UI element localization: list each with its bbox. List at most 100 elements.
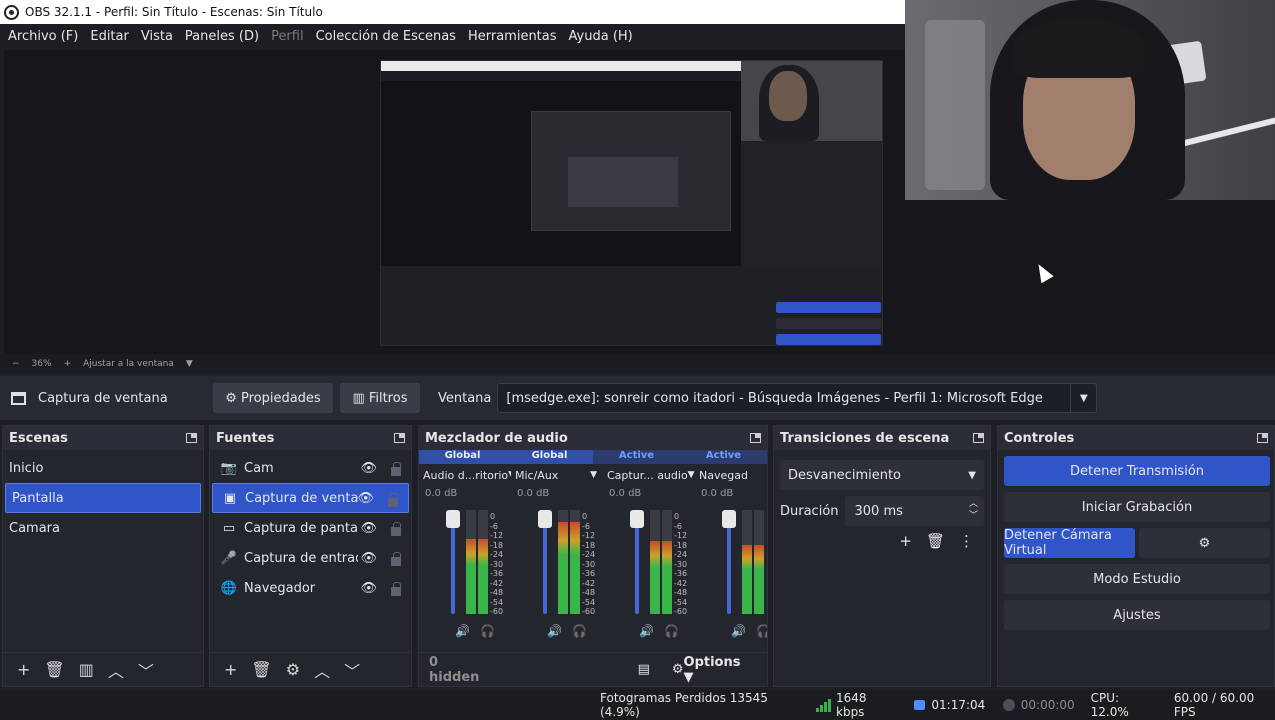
start-recording-button[interactable]: Iniciar Grabación <box>1004 492 1270 522</box>
lock-icon[interactable] <box>391 552 401 566</box>
eye-icon[interactable]: 👁 <box>360 581 377 596</box>
mixer-title: Mezclador de audio <box>425 430 568 446</box>
source-item[interactable]: 📷 Cam 👁 <box>210 453 411 483</box>
trash-icon[interactable]: 🗑 <box>44 660 64 679</box>
add-icon[interactable]: + <box>224 660 237 679</box>
headphones-icon[interactable]: 🎧 <box>756 624 767 638</box>
meter-scale-tick: -60 <box>674 607 688 616</box>
volume-fader[interactable] <box>543 516 547 614</box>
chevron-down-icon[interactable]: ▼ <box>688 470 695 480</box>
channel-name[interactable]: Audio d...ritorio▼ <box>419 466 511 484</box>
source-item[interactable]: ▭ Captura de pantall 👁 <box>210 513 411 543</box>
window-icon <box>11 391 26 405</box>
menu-perfil[interactable]: Perfil <box>265 29 310 44</box>
scene-item[interactable]: Inicio <box>3 453 203 483</box>
lock-icon[interactable] <box>388 493 398 507</box>
chevron-down-icon[interactable]: ▼ <box>186 359 193 369</box>
gear-icon[interactable]: ⚙ <box>1139 528 1270 558</box>
speaker-icon[interactable]: 🔊 <box>547 624 562 638</box>
source-item[interactable]: ▣ Captura de ventan 👁 <box>212 483 409 513</box>
eye-icon[interactable]: 👁 <box>357 491 374 506</box>
chevron-down-icon[interactable]: ▼ <box>968 470 976 481</box>
volume-fader[interactable] <box>451 516 455 614</box>
move-up-icon[interactable]: ︿ <box>108 658 124 682</box>
undock-icon[interactable] <box>1257 433 1268 443</box>
move-down-icon[interactable]: ﹀ <box>138 658 154 682</box>
transition-select[interactable]: Desvanecimiento ▼ <box>780 460 984 490</box>
chevron-down-icon[interactable]: ▼ <box>590 470 597 480</box>
settings-button[interactable]: Ajustes <box>1004 600 1270 630</box>
mixer-header: Active <box>593 450 680 464</box>
eye-icon[interactable]: 👁 <box>360 521 377 536</box>
options-dropdown[interactable]: Options ▼ <box>684 655 749 685</box>
level-meter <box>650 510 660 614</box>
level-fill <box>742 545 752 614</box>
gear-icon[interactable]: ⚙ <box>286 660 300 679</box>
menu-editar[interactable]: Editar <box>84 29 135 44</box>
undock-icon[interactable] <box>186 433 197 443</box>
zoom-in-button[interactable]: + <box>64 359 72 369</box>
menu-ayuda[interactable]: Ayuda (H) <box>563 29 639 44</box>
headphones-icon[interactable]: 🎧 <box>664 624 679 638</box>
sources-title: Fuentes <box>216 430 275 446</box>
scene-item[interactable]: Camara <box>3 513 203 543</box>
speaker-icon[interactable]: 🔊 <box>639 624 654 638</box>
add-icon[interactable]: + <box>17 660 30 679</box>
meter-scale-tick: -12 <box>582 531 596 540</box>
eye-icon[interactable]: 👁 <box>360 551 377 566</box>
filters-button[interactable]: ▥ Filtros <box>340 383 420 413</box>
fader-knob[interactable] <box>538 510 552 528</box>
volume-fader[interactable] <box>635 516 639 614</box>
menu-paneles[interactable]: Paneles (D) <box>179 29 265 44</box>
chevron-down-icon[interactable]: ▼ <box>1070 384 1096 412</box>
scene-item[interactable]: Pantalla <box>5 483 201 513</box>
properties-button[interactable]: ⚙ Propiedades <box>213 383 333 413</box>
channel-name[interactable]: Captur... audio ▼ <box>603 466 695 484</box>
menu-herramientas[interactable]: Herramientas <box>462 29 563 44</box>
undock-icon[interactable] <box>750 433 761 443</box>
source-item[interactable]: 🌐 Navegador 👁 <box>210 573 411 603</box>
spinner-icon[interactable]: ︿ ﹀ <box>969 498 978 522</box>
undock-icon[interactable] <box>394 433 405 443</box>
speaker-icon[interactable]: 🔊 <box>731 624 746 638</box>
menu-archivo[interactable]: Archivo (F) <box>2 29 84 44</box>
trash-icon[interactable]: 🗑 <box>926 532 945 550</box>
menu-coleccion-escenas[interactable]: Colección de Escenas <box>310 29 462 44</box>
undock-icon[interactable] <box>973 433 984 443</box>
record-time: 00:00:00 <box>1020 698 1075 712</box>
fader-knob[interactable] <box>630 510 644 528</box>
window-icon: ▣ <box>223 490 237 506</box>
zoom-out-button[interactable]: − <box>12 359 20 369</box>
headphones-icon[interactable]: 🎧 <box>480 624 495 638</box>
lock-icon[interactable] <box>391 462 401 476</box>
lock-icon[interactable] <box>391 582 401 596</box>
stop-stream-button[interactable]: Detener Transmisión <box>1004 456 1270 486</box>
move-down-icon[interactable]: ﹀ <box>344 658 360 682</box>
scenes-dock: Escenas Inicio Pantalla Camara + 🗑 ▥ ︿ ﹀ <box>2 425 204 687</box>
options-label: Options <box>683 654 741 670</box>
add-icon[interactable]: + <box>899 532 912 550</box>
speaker-icon[interactable]: 🔊 <box>455 624 470 638</box>
zoom-fit-dropdown[interactable]: Ajustar a la ventana <box>83 359 174 369</box>
channel-name[interactable]: Mic/Aux ▼ <box>511 466 603 484</box>
stop-virtual-camera-button[interactable]: Detener Cámara Virtual <box>1004 528 1135 558</box>
studio-mode-button[interactable]: Modo Estudio <box>1004 564 1270 594</box>
more-options-icon[interactable]: ⋮ <box>959 532 974 550</box>
meter-scale-tick: -54 <box>674 597 688 607</box>
source-item[interactable]: 🎤 Captura de entrad 👁 <box>210 543 411 573</box>
headphones-icon[interactable]: 🎧 <box>572 624 587 638</box>
move-up-icon[interactable]: ︿ <box>314 658 330 682</box>
duration-input[interactable]: 300 ms ︿ ﹀ <box>844 496 984 526</box>
fader-knob[interactable] <box>446 510 460 528</box>
lock-icon[interactable] <box>391 522 401 536</box>
trash-icon[interactable]: 🗑 <box>251 660 271 679</box>
eye-icon[interactable]: 👁 <box>360 461 377 476</box>
channel-name[interactable]: Navegad <box>695 466 767 484</box>
filter-icon[interactable]: ▥ <box>79 660 94 679</box>
fader-knob[interactable] <box>722 510 736 528</box>
window-select[interactable]: [msedge.exe]: sonreir como itadori - Bús… <box>497 383 1098 413</box>
settings-icon[interactable]: ⚙ <box>672 662 684 677</box>
menu-vista[interactable]: Vista <box>135 29 179 44</box>
layout-icon[interactable]: ▤ <box>638 662 650 677</box>
volume-fader[interactable] <box>727 516 731 614</box>
